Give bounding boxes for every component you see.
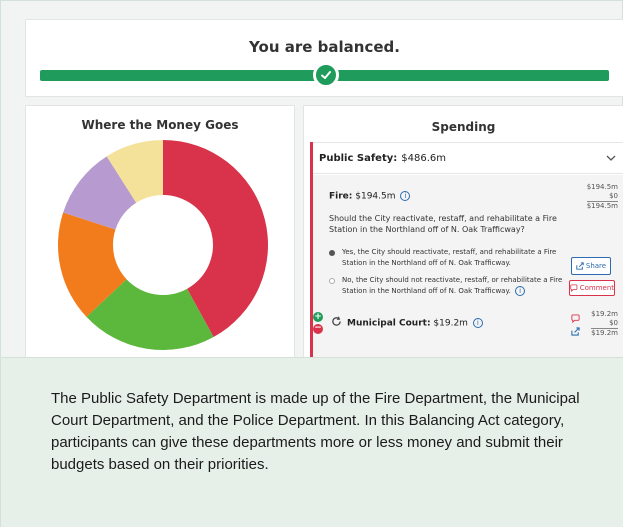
spending-panel: Spending Public Safety: $486.6m Fire: $1… [303, 105, 623, 365]
court-name: Municipal Court: [347, 318, 431, 329]
municipal-court-item: + − Municipal Court: $19.2m i $19.2m $0 … [313, 306, 623, 352]
fire-title: Fire: $194.5m i [329, 191, 411, 202]
balance-status-title: You are balanced. [249, 38, 400, 56]
fire-option-yes[interactable]: Yes, the City should reactivate, restaff… [329, 247, 569, 269]
fire-value-base: $194.5m [586, 183, 618, 191]
check-icon [313, 62, 339, 88]
where-money-goes-panel: Where the Money Goes [25, 105, 295, 365]
spending-title: Spending [431, 120, 496, 134]
minus-icon[interactable]: − [313, 324, 323, 334]
court-value-base: $19.2m [591, 310, 618, 318]
court-value-change: $0 [591, 319, 618, 329]
category-public-safety[interactable]: Public Safety: $486.6m [313, 142, 623, 174]
court-value-total: $19.2m [591, 329, 618, 337]
court-title: Municipal Court: $19.2m i [347, 318, 483, 329]
balance-banner: You are balanced. [25, 19, 623, 97]
fire-option-no[interactable]: No, the City should not reactivate, rest… [329, 275, 569, 297]
radio-unselected-icon[interactable] [329, 278, 335, 284]
fire-option-yes-label: Yes, the City should reactivate, restaff… [342, 248, 557, 267]
fire-amount: $194.5m [355, 191, 396, 202]
fire-name: Fire: [329, 191, 353, 202]
share-icon[interactable] [571, 327, 580, 336]
fire-question: Should the City reactivate, restaff, and… [329, 214, 557, 234]
info-icon[interactable]: i [515, 286, 526, 296]
court-values: $19.2m $0 $19.2m [591, 310, 618, 338]
comment-icon[interactable] [571, 314, 580, 323]
radio-selected-icon[interactable] [329, 250, 335, 256]
app-frame: You are balanced. Where the Money Goes S… [0, 0, 623, 527]
fire-option-no-label: No, the City should not reactivate, rest… [342, 276, 563, 296]
comment-label: Comment [579, 284, 614, 292]
share-label: Share [585, 262, 607, 270]
where-money-goes-title: Where the Money Goes [81, 118, 239, 132]
category-name: Public Safety: [319, 152, 398, 164]
category-amount: $486.6m [401, 152, 446, 164]
comment-button[interactable]: Comment [569, 280, 615, 296]
description-box: The Public Safety Department is made up … [1, 357, 623, 527]
fire-value-total: $194.5m [586, 202, 618, 210]
chevron-down-icon[interactable] [606, 153, 616, 163]
plus-icon[interactable]: + [313, 312, 323, 322]
fire-value-change: $0 [586, 192, 618, 202]
fire-values: $194.5m $0 $194.5m [586, 183, 618, 211]
share-button[interactable]: Share [571, 257, 611, 275]
info-icon[interactable]: i [400, 191, 411, 201]
info-icon[interactable]: i [472, 318, 483, 328]
refresh-icon[interactable] [331, 316, 342, 327]
description-text: The Public Safety Department is made up … [51, 390, 580, 473]
court-amount: $19.2m [433, 318, 468, 329]
budget-donut-chart[interactable] [58, 138, 268, 352]
comment-icon [570, 284, 578, 292]
share-icon [576, 262, 584, 270]
